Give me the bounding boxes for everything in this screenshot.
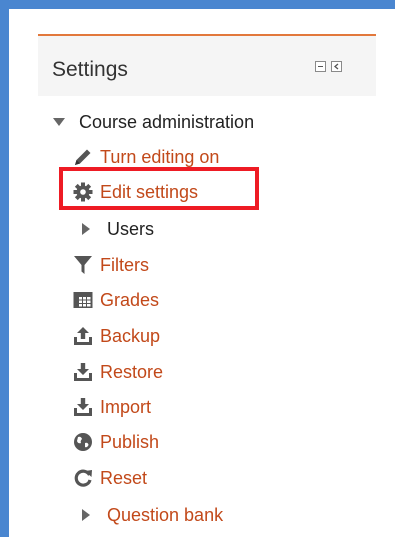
window-frame-left [0, 0, 9, 537]
settings-block-header: Settings [38, 34, 376, 96]
dock-left-icon[interactable] [331, 61, 342, 72]
backup-link[interactable]: Backup [72, 324, 160, 348]
triangle-right-icon [79, 504, 93, 526]
course-administration-node[interactable]: Course administration [52, 110, 254, 134]
upload-icon [72, 325, 94, 347]
filters-label: Filters [100, 255, 149, 275]
minus-box-icon[interactable] [315, 61, 326, 72]
users-node[interactable]: Users [79, 217, 154, 241]
restore-label: Restore [100, 362, 164, 382]
highlight-box [59, 167, 259, 210]
publish-label: Publish [100, 432, 160, 452]
turn-editing-on-label: Turn editing on [100, 147, 220, 167]
filters-link[interactable]: Filters [72, 253, 149, 277]
triangle-down-icon [52, 111, 66, 133]
filter-icon [72, 254, 94, 276]
import-link[interactable]: Import [72, 395, 151, 419]
pencil-icon [72, 146, 94, 168]
restore-link[interactable]: Restore [72, 360, 163, 384]
grades-link[interactable]: Grades [72, 288, 159, 312]
reset-link[interactable]: Reset [72, 466, 147, 490]
publish-link[interactable]: Publish [72, 430, 159, 454]
window-frame-top [0, 0, 395, 9]
settings-block-title: Settings [52, 58, 128, 81]
download-icon [72, 361, 94, 383]
turn-editing-on-link[interactable]: Turn editing on [72, 145, 219, 169]
download-icon [72, 396, 94, 418]
globe-icon [72, 431, 94, 453]
triangle-right-icon [79, 218, 93, 240]
import-label: Import [100, 397, 152, 417]
reset-label: Reset [100, 468, 148, 488]
grades-label: Grades [100, 290, 160, 310]
course-administration-label: Course administration [79, 112, 255, 132]
question-bank-label: Question bank [107, 505, 224, 525]
backup-label: Backup [100, 326, 161, 346]
users-label: Users [107, 219, 155, 239]
refresh-icon [72, 467, 94, 489]
table-icon [72, 289, 94, 311]
question-bank-node[interactable]: Question bank [79, 503, 223, 527]
